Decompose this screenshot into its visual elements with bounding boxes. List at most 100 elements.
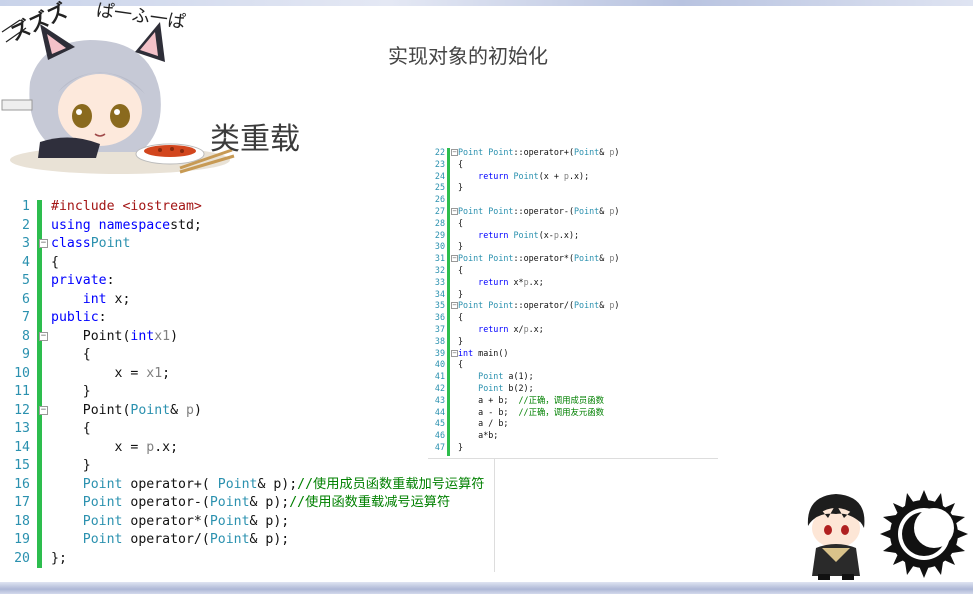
code-line: 46 a*b; [428, 430, 718, 442]
code-token: { [51, 347, 91, 362]
code-token: & [170, 402, 186, 418]
code-token: Point [458, 206, 484, 216]
code-text: }; [51, 550, 67, 569]
line-number: 13 [14, 421, 30, 436]
code-token: operator+( [122, 476, 218, 492]
code-line: 47} [428, 442, 718, 454]
code-line: 39− int main() [428, 348, 718, 360]
collapse-toggle-icon[interactable]: − [39, 405, 48, 415]
line-number: 34 [434, 288, 445, 299]
code-text: } [458, 289, 463, 301]
code-token: Point [82, 532, 123, 547]
code-line: 20}; [8, 550, 496, 569]
code-token: //使用成员函数重载加号运算符 [297, 476, 485, 492]
code-line: 34} [428, 289, 718, 301]
code-token: int [130, 328, 155, 344]
code-line: 30} [428, 241, 718, 253]
code-text: { [51, 346, 91, 365]
code-token: public [51, 310, 99, 325]
code-token: : [98, 310, 107, 325]
line-number: 47 [434, 442, 445, 452]
code-line: 43 a + b; //正确，调用成员函数 [428, 395, 718, 407]
code-token: ::operator+( [513, 147, 574, 157]
code-line: 45 a / b; [428, 418, 718, 430]
line-number: 5 [22, 273, 30, 288]
code-line: 24 return Point(x + p.x); [428, 171, 718, 183]
code-text: Point Point::operator+(Point& p) [458, 147, 619, 159]
code-text: return x*p.x; [458, 277, 544, 289]
sun-moon-logo-icon [880, 490, 968, 578]
code-text: Point operator-(Point& p);//使用函数重载减号运算符 [51, 494, 450, 513]
code-token: Point [478, 371, 504, 382]
code-panel-operator-definitions: 22− Point Point::operator+(Point& p) 23{24… [428, 146, 718, 459]
code-token: private [51, 273, 107, 288]
panel-divider [494, 458, 495, 572]
code-token: ) [170, 328, 179, 344]
code-line: 12− Point(Point& p) [8, 402, 496, 421]
code-text: } [51, 383, 91, 402]
code-token: { [458, 265, 464, 275]
collapse-toggle-icon[interactable]: − [39, 239, 48, 248]
code-token: .x); [558, 229, 580, 240]
collapse-toggle-icon[interactable]: − [451, 255, 458, 263]
code-line: 4{ [8, 254, 496, 273]
code-token: ) [614, 206, 620, 216]
code-token: } [51, 384, 91, 399]
anime-character-icon [807, 494, 865, 580]
code-token: operator*( [122, 513, 210, 529]
code-token: Point [458, 300, 484, 311]
code-token: int [458, 347, 474, 358]
collapse-toggle-icon[interactable]: − [451, 349, 458, 357]
code-line: 11 } [8, 383, 496, 402]
line-number: 37 [434, 324, 445, 334]
code-token: Point [209, 532, 250, 547]
code-token: Point [574, 253, 600, 264]
code-text: Point Point::operator/(Point& p) [458, 300, 619, 312]
code-line: 19 Point operator/(Point& p); [8, 531, 496, 550]
code-token: x = [51, 439, 147, 455]
code-text: classPoint [51, 235, 130, 254]
code-text: } [458, 336, 463, 348]
line-number: 15 [14, 458, 30, 473]
code-token: { [458, 217, 464, 228]
code-token: & p); [249, 532, 290, 547]
code-token: ::operator-( [513, 206, 574, 216]
code-token: a / b; [458, 418, 509, 429]
code-text: private: [51, 272, 115, 291]
code-line: 15 } [8, 457, 496, 476]
line-number: 35 [434, 300, 445, 311]
line-number: 16 [14, 476, 30, 492]
code-text: } [458, 442, 463, 454]
code-token: Point( [51, 328, 131, 344]
code-line: 9 { [8, 346, 496, 365]
code-text: return Point(x + p.x); [458, 171, 589, 183]
code-token: main() [473, 347, 509, 358]
code-line: 35− Point Point::operator/(Point& p) [428, 300, 718, 312]
collapse-toggle-icon[interactable]: − [39, 331, 48, 341]
line-number: 23 [434, 158, 445, 169]
code-token: x1 [154, 328, 171, 344]
code-text: { [51, 420, 91, 439]
code-token: { [458, 158, 464, 169]
code-token: a + b; [458, 394, 519, 405]
code-token: } [458, 335, 464, 346]
code-token: a - b; [458, 406, 519, 417]
code-token: return [478, 170, 509, 181]
code-token: return [478, 324, 509, 334]
code-token: a(1); [503, 371, 534, 382]
code-token: } [51, 458, 91, 473]
code-token: p [186, 402, 194, 418]
code-token: & [599, 300, 610, 311]
code-text: Point operator+( Point& p);//使用成员函数重载加号运… [51, 476, 485, 495]
code-line: 37 return x/p.x; [428, 324, 718, 336]
code-token: } [458, 241, 464, 252]
code-text: Point operator*(Point& p); [51, 513, 289, 532]
collapse-toggle-icon[interactable]: − [451, 149, 458, 156]
line-number: 44 [434, 406, 445, 417]
collapse-toggle-icon[interactable]: − [451, 208, 458, 215]
collapse-toggle-icon[interactable]: − [451, 302, 458, 310]
code-text: int main() [458, 348, 508, 360]
code-token: ) [614, 300, 620, 311]
